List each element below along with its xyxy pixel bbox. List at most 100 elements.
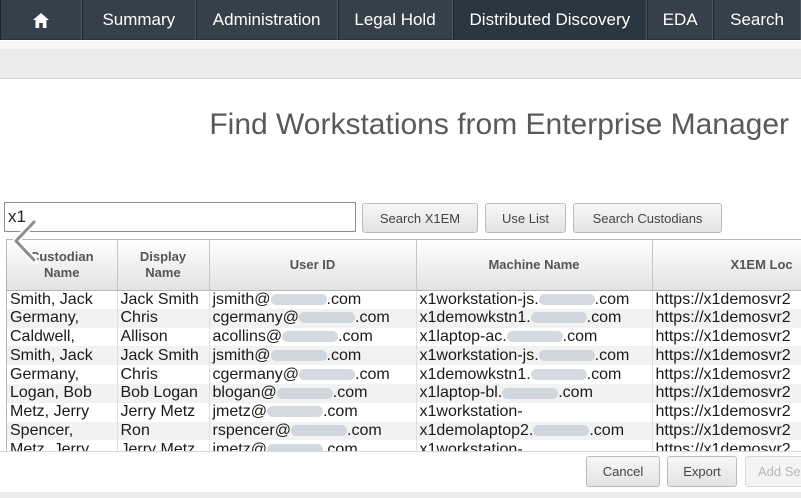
table-row[interactable]: Metz, Jerry Jerry Metz jmetz@ .com x1worksta…	[7, 440, 801, 451]
user-id-suffix: .com	[355, 365, 390, 383]
table-row[interactable]: Spencer, Ron rspencer@ .com x1demolaptop2. .c…	[7, 421, 801, 441]
use-list-button[interactable]: Use List	[485, 203, 566, 233]
search-input[interactable]	[4, 202, 356, 232]
user-id-prefix: jmetz@	[212, 403, 267, 421]
sub-toolbar-strip	[0, 41, 801, 49]
machine-name-suffix: .com	[562, 327, 598, 345]
machine-name-prefix: x1demowkstn1.	[419, 365, 531, 383]
cell-display-name: Jack Smith	[117, 346, 210, 366]
cell-custodian-name: Smith, Jack	[7, 290, 118, 309]
cell-display-name: Jerry Metz	[117, 402, 210, 422]
nav-legal-hold[interactable]: Legal Hold	[337, 0, 453, 40]
cell-user-id: cgermany@ .com	[209, 308, 417, 328]
user-id-suffix: .com	[322, 403, 358, 421]
redacted-blur	[538, 293, 595, 305]
col-header-user-id[interactable]: User ID	[209, 240, 417, 291]
cell-user-id: cgermany@ .com	[209, 365, 417, 384]
cell-custodian-name: Metz, Jerry	[7, 440, 118, 451]
cell-user-id: jmetz@ .com	[209, 440, 417, 451]
col-header-display-name[interactable]: Display Name	[117, 240, 210, 291]
add-selected-button[interactable]: Add Se	[745, 456, 801, 487]
cell-custodian-name: Logan, Bob	[7, 383, 118, 403]
machine-name-prefix: x1demowkstn1.	[419, 309, 531, 327]
redacted-blur	[291, 425, 347, 437]
cell-display-name: Bob Logan	[117, 383, 210, 403]
machine-name-suffix: .com	[594, 290, 630, 308]
table-row[interactable]: Germany, Chris cgermany@ .com x1demowkstn1..…	[7, 308, 801, 328]
machine-name-suffix: .com	[589, 421, 625, 439]
cell-user-id: jsmith@ .com	[209, 290, 417, 309]
search-custodians-button[interactable]: Search Custodians	[573, 203, 722, 233]
nav-summary[interactable]: Summary	[81, 0, 196, 40]
top-nav: Summary Administration Legal Hold Distri…	[0, 0, 801, 40]
cell-machine-name: x1demowkstn1. .com	[416, 308, 653, 328]
nav-administration[interactable]: Administration	[195, 0, 338, 40]
redacted-blur	[530, 312, 587, 324]
machine-name-prefix: x1workstation-	[419, 440, 523, 451]
redacted-blur	[502, 387, 559, 399]
machine-name-suffix: .com	[586, 309, 622, 327]
cell-user-id: blogan@ .com	[209, 383, 417, 403]
table-row[interactable]: Smith, Jack Jack Smith jsmith@ .com x1workst…	[7, 346, 801, 366]
search-x1em-button[interactable]: Search X1EM	[362, 203, 478, 233]
export-button[interactable]: Export	[667, 456, 737, 487]
cell-user-id: jsmith@ .com	[209, 346, 417, 366]
cell-machine-name: x1workstation-	[416, 402, 653, 422]
user-id-suffix: .com	[332, 384, 368, 402]
cell-custodian-name: Germany,	[7, 365, 118, 384]
home-icon	[32, 12, 49, 28]
cell-custodian-name: Spencer,	[7, 421, 118, 441]
col-header-machine-name[interactable]: Machine Name	[416, 240, 653, 291]
user-id-prefix: acollins@	[212, 327, 283, 345]
machine-name-prefix: x1demolaptop2.	[419, 421, 534, 439]
redacted-blur	[506, 331, 563, 343]
user-id-suffix: .com	[355, 309, 390, 327]
cell-machine-name: x1laptop-bl. .com	[416, 383, 653, 403]
machine-name-prefix: x1workstation-js.	[419, 290, 539, 308]
machine-name-prefix: x1workstation-	[419, 403, 523, 421]
cell-machine-name: x1workstation-	[416, 440, 653, 451]
cell-x1em-location: https://x1demosvr2	[652, 383, 801, 403]
cell-x1em-location: https://x1demosvr2	[652, 365, 801, 384]
sub-toolbar	[0, 41, 801, 79]
machine-name-suffix: .com	[558, 384, 593, 402]
cell-x1em-location: https://x1demosvr2	[652, 440, 801, 451]
table-header-row: Custodian Name Display Name User ID Mach…	[7, 240, 801, 291]
user-id-suffix: .com	[326, 290, 362, 308]
user-id-prefix: jmetz@	[212, 440, 267, 451]
table-row[interactable]: Smith, Jack Jack Smith jsmith@ .com x1workst…	[7, 290, 801, 309]
nav-search[interactable]: Search	[713, 0, 801, 40]
nav-home[interactable]	[0, 0, 82, 40]
cancel-button[interactable]: Cancel	[586, 456, 660, 487]
cell-display-name: Chris	[117, 365, 210, 384]
redacted-blur	[533, 425, 590, 437]
cell-x1em-location: https://x1demosvr2	[652, 308, 801, 328]
footer-strip	[0, 492, 801, 498]
user-id-prefix: jsmith@	[212, 346, 271, 364]
page-title: Find Workstations from Enterprise Manage…	[209, 108, 789, 141]
cell-machine-name: x1laptop-ac. .com	[416, 327, 653, 347]
user-id-prefix: rspencer@	[212, 421, 292, 439]
table-row[interactable]: Germany, Chris cgermany@ .com x1demowkstn1..…	[7, 365, 801, 384]
redacted-blur	[276, 387, 333, 399]
results-table: Custodian Name Display Name User ID Mach…	[6, 239, 801, 451]
nav-eda[interactable]: EDA	[647, 0, 714, 40]
cell-user-id: jmetz@ .com	[209, 402, 417, 422]
chevron-left-icon[interactable]	[8, 218, 44, 264]
table-row[interactable]: Caldwell, Allison acollins@ .com x1laptop-ac…	[7, 327, 801, 347]
cell-display-name: Jack Smith	[117, 290, 210, 309]
col-header-x1em-location[interactable]: X1EM Loc	[652, 240, 801, 291]
table-row[interactable]: Metz, Jerry Jerry Metz jmetz@ .com x1worksta…	[7, 402, 801, 422]
cell-x1em-location: https://x1demosvr2	[652, 402, 801, 422]
redacted-blur	[266, 406, 323, 418]
cell-custodian-name: Metz, Jerry	[7, 402, 118, 422]
machine-name-suffix: .com	[594, 346, 630, 364]
table-row[interactable]: Logan, Bob Bob Logan blogan@ .com x1laptop-b…	[7, 383, 801, 403]
cell-user-id: rspencer@ .com	[209, 421, 417, 441]
cell-display-name: Allison	[117, 327, 210, 347]
nav-distributed-discovery[interactable]: Distributed Discovery	[452, 0, 648, 40]
user-id-suffix: .com	[338, 327, 373, 345]
cell-x1em-location: https://x1demosvr2	[652, 346, 801, 366]
redacted-blur	[299, 368, 355, 380]
cell-custodian-name: Caldwell,	[7, 327, 118, 347]
